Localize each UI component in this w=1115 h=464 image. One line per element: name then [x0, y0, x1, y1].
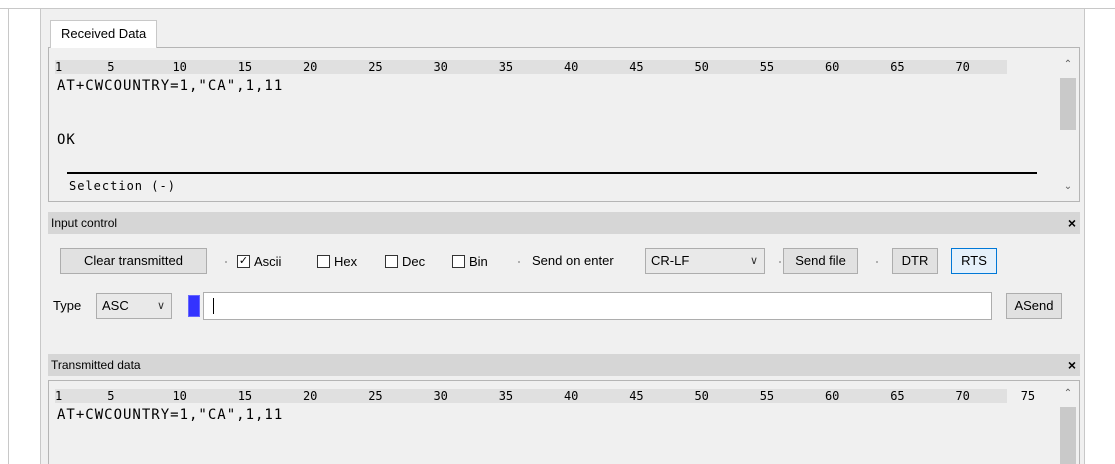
separator-dot: [518, 261, 520, 263]
send-file-button[interactable]: Send file: [783, 248, 858, 274]
scroll-up-icon[interactable]: ⌃: [1057, 56, 1079, 74]
checkbox-box[interactable]: [452, 254, 465, 268]
send-text-input[interactable]: [203, 292, 992, 320]
dec-checkbox[interactable]: Dec: [385, 248, 425, 274]
ruler-tick-label: 20: [302, 389, 318, 403]
input-control-title: Input control: [51, 216, 118, 230]
ruler-tick-label: 25: [368, 60, 383, 74]
chevron-down-icon: ∨: [749, 255, 758, 267]
separator-dot: [225, 261, 227, 263]
selection-label: Selection (-): [69, 179, 176, 193]
transmitted-data-panel[interactable]: 1 5 10 15 20 25 30 35 40 45 50 55 60 65 70 75 AT+CWCOUN…: [48, 380, 1080, 464]
received-column-ruler: 1 5 10 15 20 25 30 35 40 45 50 55 60 65 70: [55, 60, 1007, 74]
rts-button[interactable]: RTS: [951, 248, 997, 274]
scroll-up-icon[interactable]: ⌃: [1057, 385, 1079, 403]
ruler-tick-label: 1: [55, 60, 63, 74]
send-on-enter-label: Send on enter: [532, 253, 614, 268]
type-label: Type: [53, 298, 82, 313]
transmitted-scrollbar[interactable]: ⌃: [1057, 381, 1079, 464]
checkbox-box[interactable]: ✓: [237, 254, 250, 268]
checkbox-label: Bin: [469, 253, 488, 269]
ruler-tick-label: 5: [107, 60, 115, 74]
tab-received-data[interactable]: Received Data: [50, 20, 158, 48]
ruler-tick-label: 25: [368, 389, 383, 403]
ruler-tick-label: 40: [563, 60, 579, 74]
asend-button[interactable]: ASend: [1006, 293, 1062, 319]
separator-dot: [779, 261, 781, 263]
input-control-header: Input control ×: [48, 212, 1080, 234]
ruler-tick-label: 35: [498, 60, 514, 74]
ruler-tick-label: 1: [55, 389, 63, 403]
ruler-tick-label: 60: [824, 60, 840, 74]
ascii-checkbox[interactable]: ✓ Ascii: [237, 248, 281, 274]
ruler-tick-label: 55: [759, 60, 775, 74]
ruler-tick-label: 75: [1020, 389, 1036, 403]
received-scrollbar[interactable]: ⌃ ⌄: [1057, 48, 1079, 201]
send-on-enter-value: CR-LF: [651, 253, 690, 268]
close-icon[interactable]: ×: [1068, 212, 1076, 234]
checkbox-box[interactable]: [385, 254, 398, 268]
close-icon[interactable]: ×: [1068, 354, 1076, 376]
input-mode-marker: [188, 295, 200, 317]
checkbox-label: Dec: [402, 253, 426, 269]
type-select[interactable]: ASC ∨: [96, 293, 172, 319]
bin-checkbox[interactable]: Bin: [452, 248, 488, 274]
selection-divider: [67, 172, 1037, 174]
ruler-tick-label: 50: [694, 389, 709, 403]
ruler-tick-label: 70: [955, 389, 970, 403]
ruler-tick-label: 35: [498, 389, 514, 403]
send-on-enter-select[interactable]: CR-LF ∨: [645, 248, 765, 274]
scrollbar-thumb[interactable]: [1060, 78, 1076, 130]
ruler-tick-label: 40: [563, 389, 579, 403]
ruler-tick-label: 65: [890, 60, 905, 74]
ruler-tick-label: 5: [107, 389, 115, 403]
input-control-panel: Clear transmitted ✓ Ascii Hex Dec Bin Se…: [48, 234, 1080, 348]
dtr-button[interactable]: DTR: [892, 248, 938, 274]
received-data-panel[interactable]: 1 5 10 15 20 25 30 35 40 45 50 55 60 65 70 AT+CWCOUNTR…: [48, 47, 1080, 202]
type-value: ASC: [102, 298, 129, 313]
ruler-tick-label: 20: [302, 60, 318, 74]
transmitted-column-ruler: 1 5 10 15 20 25 30 35 40 45 50 55 60 65 70 75: [55, 389, 1035, 403]
ruler-tick-label: 15: [237, 60, 253, 74]
transmitted-data-header: Transmitted data ×: [48, 354, 1080, 376]
ruler-tick-label: 50: [694, 60, 709, 74]
ruler-tick-label: 70: [955, 60, 970, 74]
scrollbar-thumb[interactable]: [1060, 407, 1076, 464]
ruler-tick-label: 15: [237, 389, 253, 403]
received-line: AT+CWCOUNTRY=1,"CA",1,11: [57, 78, 284, 94]
ruler-tick-label: 10: [172, 389, 187, 403]
hex-checkbox[interactable]: Hex: [317, 248, 357, 274]
ruler-tick-label: 30: [433, 389, 448, 403]
transmitted-data-title: Transmitted data: [51, 358, 141, 372]
ruler-tick-label: 45: [629, 389, 644, 403]
ruler-tick-label: 45: [629, 60, 644, 74]
clear-transmitted-button[interactable]: Clear transmitted: [60, 248, 207, 274]
ruler-tick-label: 55: [759, 389, 775, 403]
ruler-tick-label: 65: [890, 389, 905, 403]
checkbox-label: Hex: [334, 253, 358, 269]
checkbox-box[interactable]: [317, 254, 330, 268]
ruler-tick-label: 30: [433, 60, 448, 74]
checkbox-label: Ascii: [254, 253, 282, 269]
received-line: OK: [57, 132, 76, 148]
scroll-down-icon[interactable]: ⌄: [1057, 178, 1079, 196]
ruler-tick-label: 10: [172, 60, 187, 74]
left-border: [8, 8, 9, 464]
transmitted-line: AT+CWCOUNTRY=1,"CA",1,11: [57, 407, 284, 423]
ruler-tick-label: 60: [824, 389, 840, 403]
chevron-down-icon: ∨: [156, 300, 165, 312]
separator-dot: [876, 261, 878, 263]
text-caret: [213, 298, 214, 314]
